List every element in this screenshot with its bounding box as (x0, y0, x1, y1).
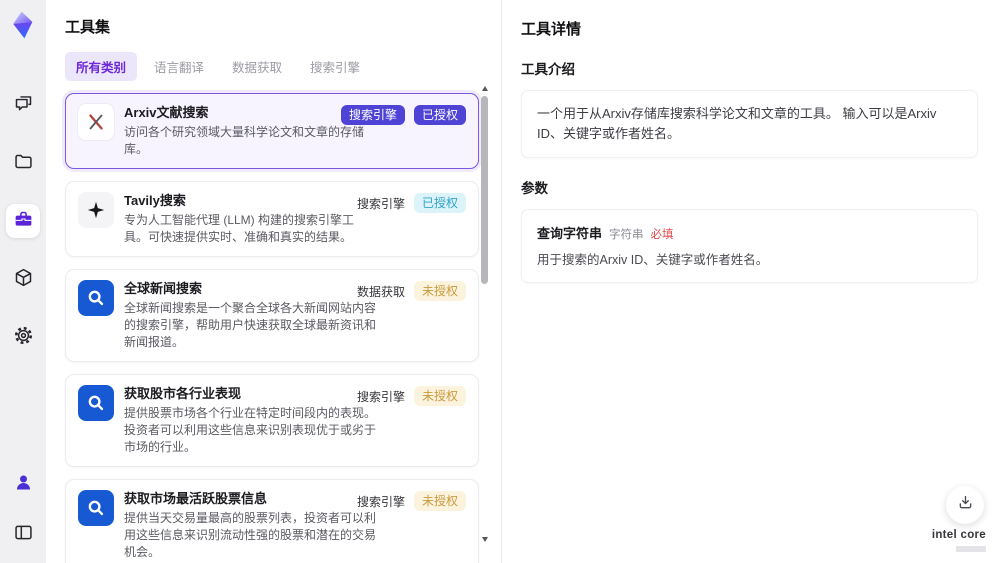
download-button[interactable] (946, 486, 984, 524)
auth-badge: 已授权 (413, 193, 466, 213)
tool-description: 提供当天交易量最高的股票列表，投资者可以利用这些信息来识别流动性强的股票和潜在的… (124, 511, 377, 559)
scrollbar-thumb[interactable] (481, 96, 488, 284)
category-label: 数据获取 (356, 284, 405, 299)
scrollbar-down-arrow[interactable] (482, 537, 488, 542)
details-title: 工具详情 (521, 21, 582, 38)
sidebar-item-settings[interactable] (6, 320, 40, 354)
tool-name: 获取股市各行业表现 (124, 386, 242, 401)
search-app-icon (78, 280, 114, 316)
sidebar-collapse-toggle[interactable] (6, 517, 40, 551)
gear-icon (13, 325, 34, 349)
tool-card-stock-sector-performance[interactable]: 获取股市各行业表现 提供股票市场各个行业在特定时间段内的表现。投资者可以利用这些… (65, 374, 479, 467)
intro-heading: 工具介绍 (521, 62, 575, 77)
sidebar-item-account[interactable] (6, 467, 40, 501)
tool-name: Tavily搜索 (124, 193, 186, 208)
category-tabs: 所有类别 语言翻译 数据获取 搜索引擎 (65, 52, 479, 81)
param-required-flag: 必填 (650, 229, 674, 241)
category-label: 搜索引擎 (356, 494, 405, 509)
folder-icon (13, 151, 34, 175)
tab-all-categories[interactable]: 所有类别 (65, 52, 138, 81)
sidebar-nav (6, 88, 40, 354)
intro-text: 一个用于从Arxiv存储库搜索科学论文和文章的工具。 输入可以是Arxiv ID… (537, 106, 937, 141)
app-logo-icon[interactable] (7, 9, 40, 42)
tool-name: 获取市场最活跃股票信息 (124, 491, 268, 506)
tool-card-tavily-search[interactable]: Tavily搜索 专为人工智能代理 (LLM) 构建的搜索引擎工具。可快速提供实… (65, 181, 479, 257)
param-card: 查询字符串 字符串 必填 用于搜索的Arxiv ID、关键字或作者姓名。 (521, 209, 978, 283)
panel-toggle-icon (13, 522, 34, 546)
sidebar-bottom (6, 467, 40, 551)
app-window: 工具集 所有类别 语言翻译 数据获取 搜索引擎 Arxiv文献搜索 访问各个研究… (0, 0, 1000, 563)
category-label: 搜索引擎 (356, 389, 405, 404)
intel-core-logo: intel core (932, 525, 986, 552)
param-description: 用于搜索的Arxiv ID、关键字或作者姓名。 (537, 253, 769, 267)
tools-panel: 工具集 所有类别 语言翻译 数据获取 搜索引擎 Arxiv文献搜索 访问各个研究… (46, 0, 501, 563)
tab-language-translation[interactable]: 语言翻译 (143, 52, 215, 81)
user-icon (13, 472, 34, 496)
list-scrollbar[interactable] (481, 86, 489, 548)
sidebar-item-chat[interactable] (6, 88, 40, 122)
tool-description: 访问各个研究领域大量科学论文和文章的存储库。 (124, 125, 365, 156)
download-icon (956, 493, 975, 517)
auth-badge: 未授权 (413, 386, 466, 406)
category-badge: 搜索引擎 (340, 105, 405, 125)
tool-card-global-news-search[interactable]: 全球新闻搜索 全球新闻搜索是一个聚合全球各大新闻网站内容的搜索引擎，帮助用户快速… (65, 269, 479, 362)
auth-badge: 未授权 (413, 281, 466, 301)
sidebar (0, 0, 46, 563)
cube-icon (13, 267, 34, 291)
intro-card: 一个用于从Arxiv存储库搜索科学论文和文章的工具。 输入可以是Arxiv ID… (521, 90, 978, 158)
chat-icon (13, 93, 34, 117)
tool-list: Arxiv文献搜索 访问各个研究领域大量科学论文和文章的存储库。 搜索引擎 已授… (65, 93, 479, 563)
tool-description: 专为人工智能代理 (LLM) 构建的搜索引擎工具。可快速提供实时、准确和真实的结… (124, 213, 355, 244)
tool-description: 提供股票市场各个行业在特定时间段内的表现。投资者可以利用这些信息来识别表现优于或… (124, 406, 377, 454)
sidebar-item-tools[interactable] (6, 204, 40, 238)
intel-core-sub-badge (956, 546, 986, 552)
arxiv-icon (78, 104, 114, 140)
tavily-star-icon (78, 192, 114, 228)
auth-badge: 已授权 (413, 105, 466, 125)
tool-name: Arxiv文献搜索 (124, 105, 209, 120)
page-title: 工具集 (65, 19, 111, 36)
tool-card-most-active-stocks[interactable]: 获取市场最活跃股票信息 提供当天交易量最高的股票列表，投资者可以利用这些信息来识… (65, 479, 479, 563)
toolbox-icon (13, 209, 34, 233)
search-app-icon (78, 385, 114, 421)
sidebar-item-models[interactable] (6, 262, 40, 296)
param-name: 查询字符串 (537, 226, 603, 241)
tab-data-fetch[interactable]: 数据获取 (221, 52, 293, 81)
tool-details-panel: 工具详情 工具介绍 一个用于从Arxiv存储库搜索科学论文和文章的工具。 输入可… (501, 0, 1000, 563)
tool-name: 全球新闻搜索 (124, 281, 203, 296)
tab-search-engine[interactable]: 搜索引擎 (299, 52, 371, 81)
category-label: 搜索引擎 (356, 196, 405, 211)
search-app-icon (78, 490, 114, 526)
tool-card-arxiv-search[interactable]: Arxiv文献搜索 访问各个研究领域大量科学论文和文章的存储库。 搜索引擎 已授… (65, 93, 479, 169)
scrollbar-up-arrow[interactable] (482, 86, 488, 91)
sidebar-item-projects[interactable] (6, 146, 40, 180)
intel-core-wordmark: intel core (931, 529, 986, 541)
param-type: 字符串 (609, 229, 644, 241)
auth-badge: 未授权 (413, 491, 466, 511)
tool-description: 全球新闻搜索是一个聚合全球各大新闻网站内容的搜索引擎，帮助用户快速获取全球最新资… (124, 301, 377, 349)
params-heading: 参数 (521, 181, 548, 196)
